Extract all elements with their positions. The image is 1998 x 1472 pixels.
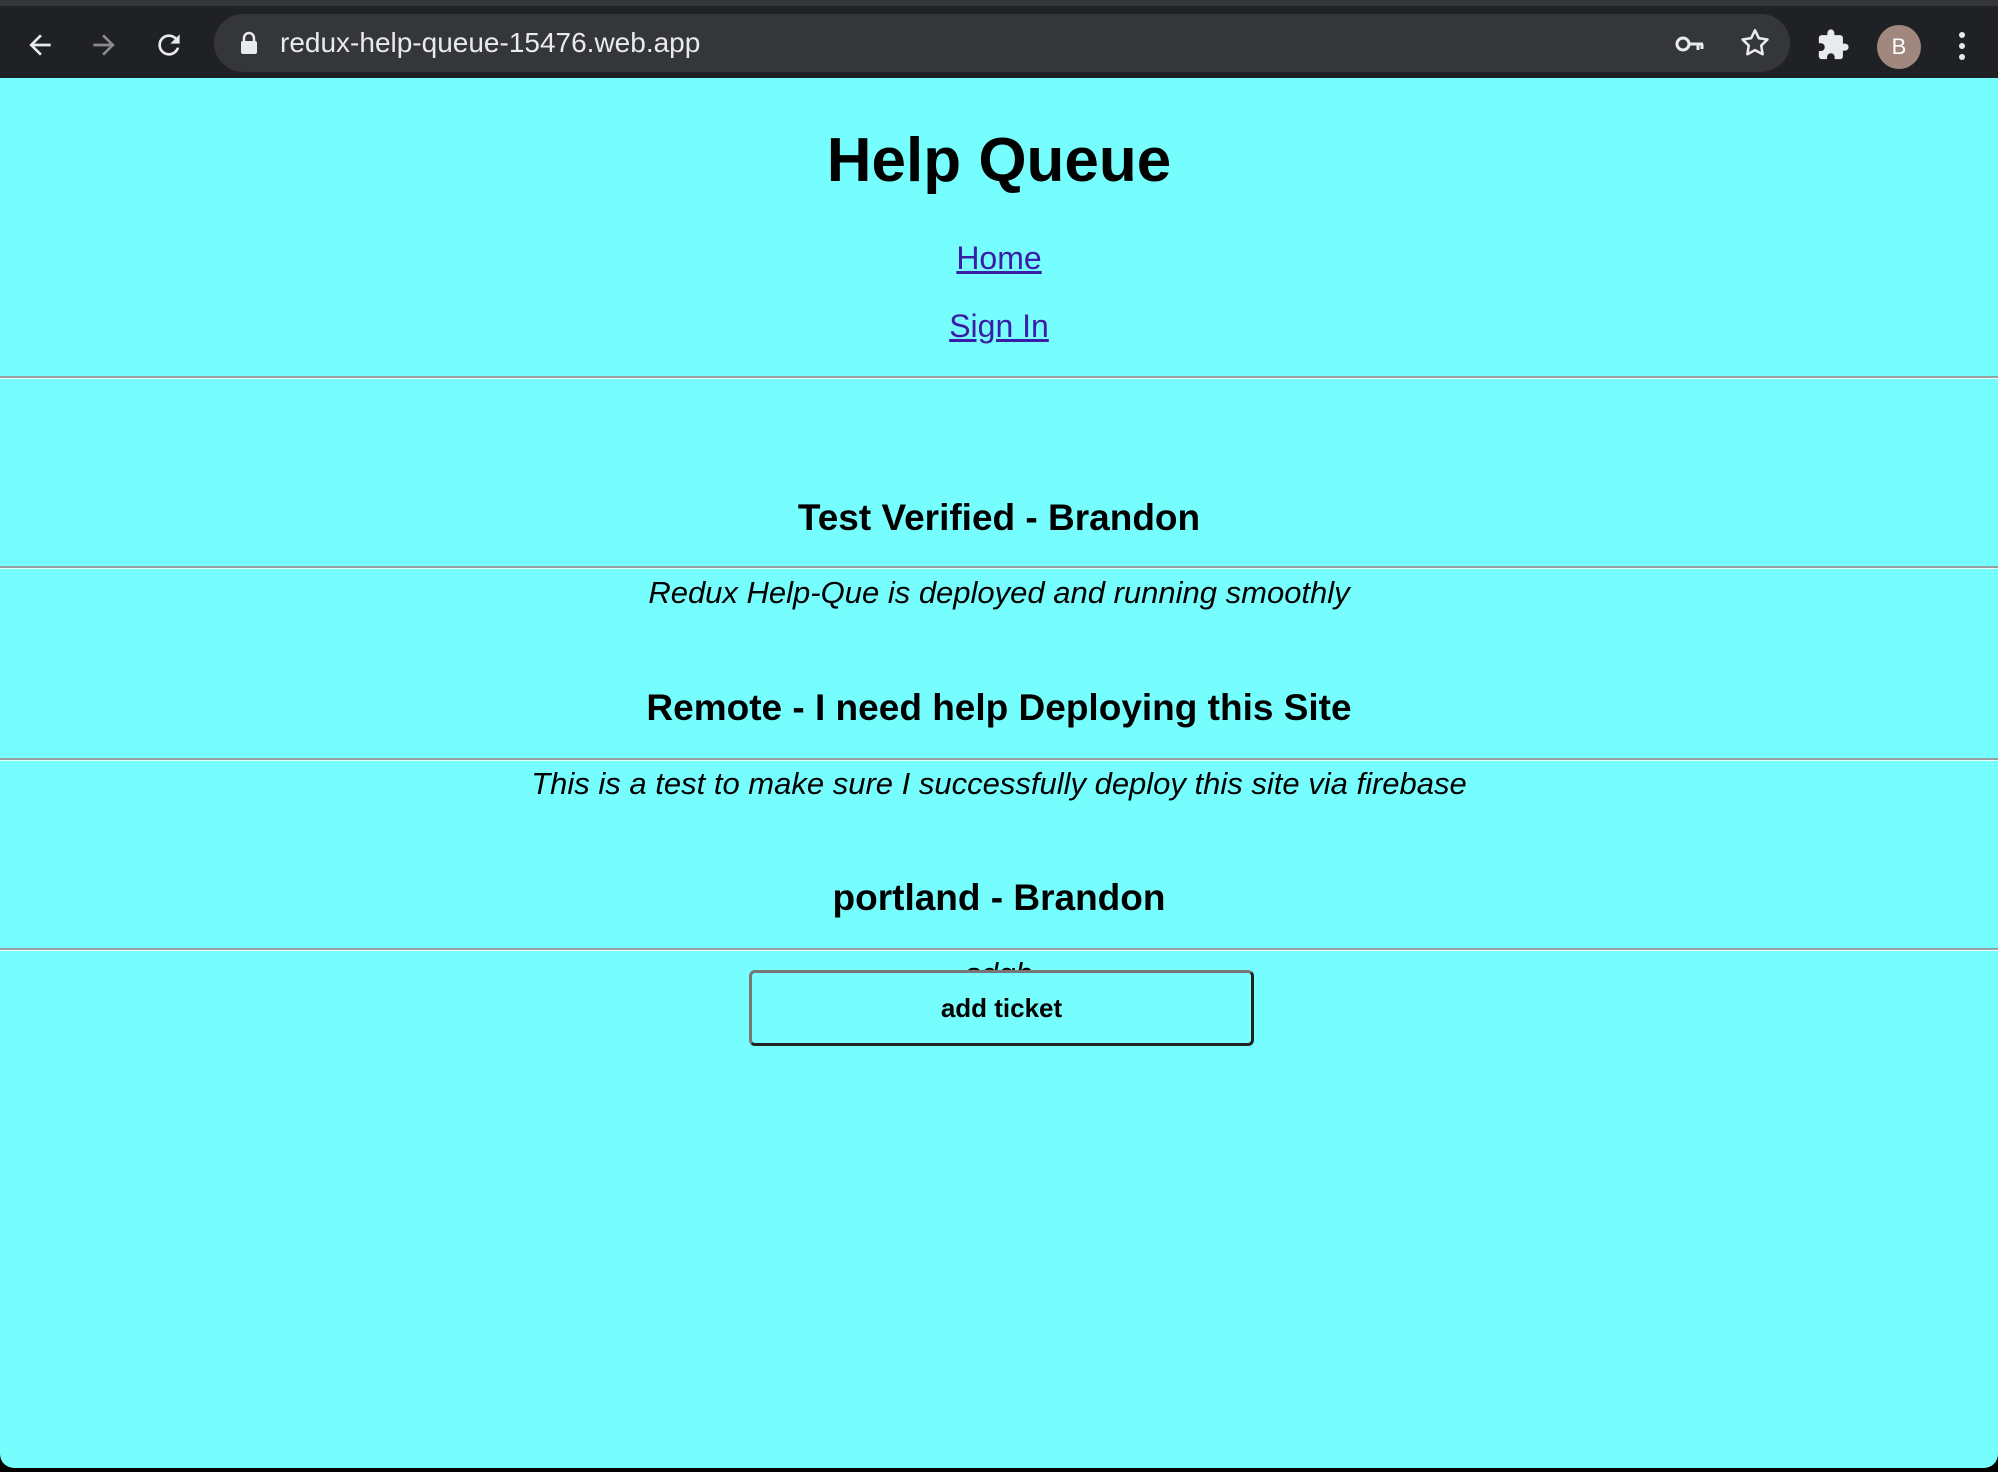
arrow-left-icon [29, 34, 51, 56]
nav-home: Home [0, 238, 1998, 278]
extensions-puzzle-icon[interactable] [1816, 28, 1850, 62]
address-bar[interactable]: redux-help-queue-15476.web.app [214, 14, 1790, 72]
ticket-title: Remote - I need help Deploying this Site [646, 687, 1352, 728]
more-vert-icon[interactable] [1950, 28, 1974, 64]
reload-button[interactable] [149, 25, 189, 65]
ticket-title: Test Verified - Brandon [797, 497, 1201, 538]
ticket-item[interactable]: Test Verified - Brandon Redux Help-Que i… [0, 378, 1998, 610]
lock-icon [241, 31, 257, 54]
page-title: Help Queue [826, 126, 1172, 195]
avatar-letter: B [1891, 34, 1907, 59]
ticket-title: portland - Brandon [832, 877, 1166, 918]
home-link[interactable]: Home [956, 240, 1041, 276]
ticket-item[interactable]: Remote - I need help Deploying this Site… [0, 568, 1998, 801]
bookmark-star-icon[interactable] [1738, 26, 1772, 60]
sign-in-link[interactable]: Sign In [949, 308, 1049, 344]
arrow-right-icon [93, 34, 115, 56]
profile-avatar[interactable]: B [1877, 25, 1921, 69]
forward-button[interactable] [84, 25, 124, 65]
key-icon[interactable] [1674, 28, 1706, 60]
browser-toolbar: redux-help-queue-15476.web.app B [0, 0, 1998, 78]
divider [0, 948, 1998, 951]
url-text[interactable]: redux-help-queue-15476.web.app [280, 26, 700, 60]
ticket-item[interactable]: portland - Brandon sdgh [0, 760, 1998, 991]
back-button[interactable] [20, 25, 60, 65]
reload-icon [158, 34, 180, 56]
nav-sign-in: Sign In [0, 306, 1998, 346]
page-content: Help Queue Home Sign In Test Verified - … [0, 78, 1998, 1468]
add-ticket-button[interactable]: add ticket [749, 970, 1254, 1046]
